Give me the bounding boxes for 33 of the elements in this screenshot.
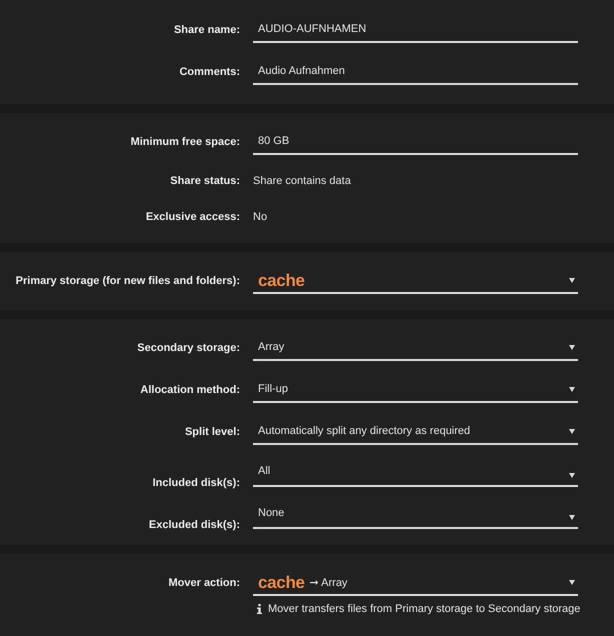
dropdown-field[interactable]: None <box>253 503 578 529</box>
field-label: Exclusive access: <box>146 211 240 223</box>
field-label: Primary storage (for new files and folders): <box>16 275 240 287</box>
field-label: Mover action: <box>168 577 240 589</box>
field-label: Comments: <box>179 66 240 78</box>
field-label: Excluded disk(s): <box>148 519 240 531</box>
field-label: Share name: <box>174 24 240 36</box>
dropdown-field[interactable]: Fill-up <box>253 377 578 403</box>
caret-icon <box>569 472 575 478</box>
value-text: Share contains data <box>253 174 351 189</box>
caret-icon <box>569 386 575 392</box>
info-icon <box>257 604 262 614</box>
text-field[interactable]: 80 GB <box>253 129 578 155</box>
caret-icon <box>569 514 575 520</box>
caret-icon <box>569 344 575 350</box>
value-text: No <box>253 210 268 225</box>
field-label: Share status: <box>170 175 240 187</box>
field-label: Secondary storage: <box>137 342 240 354</box>
dropdown-field[interactable]: cache <box>253 268 578 294</box>
dropdown-field[interactable]: All <box>253 461 578 487</box>
dropdown-field[interactable]: cache ➞ Array <box>253 570 578 596</box>
caret-icon <box>569 580 575 584</box>
caret-icon <box>569 278 575 282</box>
dropdown-field[interactable]: Array <box>253 335 578 361</box>
text-field[interactable]: Audio Aufnahmen <box>253 59 578 85</box>
text-field[interactable]: AUDIO-AUFNHAMEN <box>253 17 578 43</box>
field-label: Split level: <box>184 426 240 438</box>
field-label: Allocation method: <box>140 384 240 396</box>
dropdown-field[interactable]: Automatically split any directory as required <box>253 419 578 445</box>
caret-icon <box>569 428 575 434</box>
field-label: Included disk(s): <box>152 477 240 489</box>
help-text: Mover transfers files from Primary storage to Secondary storage <box>268 603 580 615</box>
field-label: Minimum free space: <box>130 136 240 148</box>
